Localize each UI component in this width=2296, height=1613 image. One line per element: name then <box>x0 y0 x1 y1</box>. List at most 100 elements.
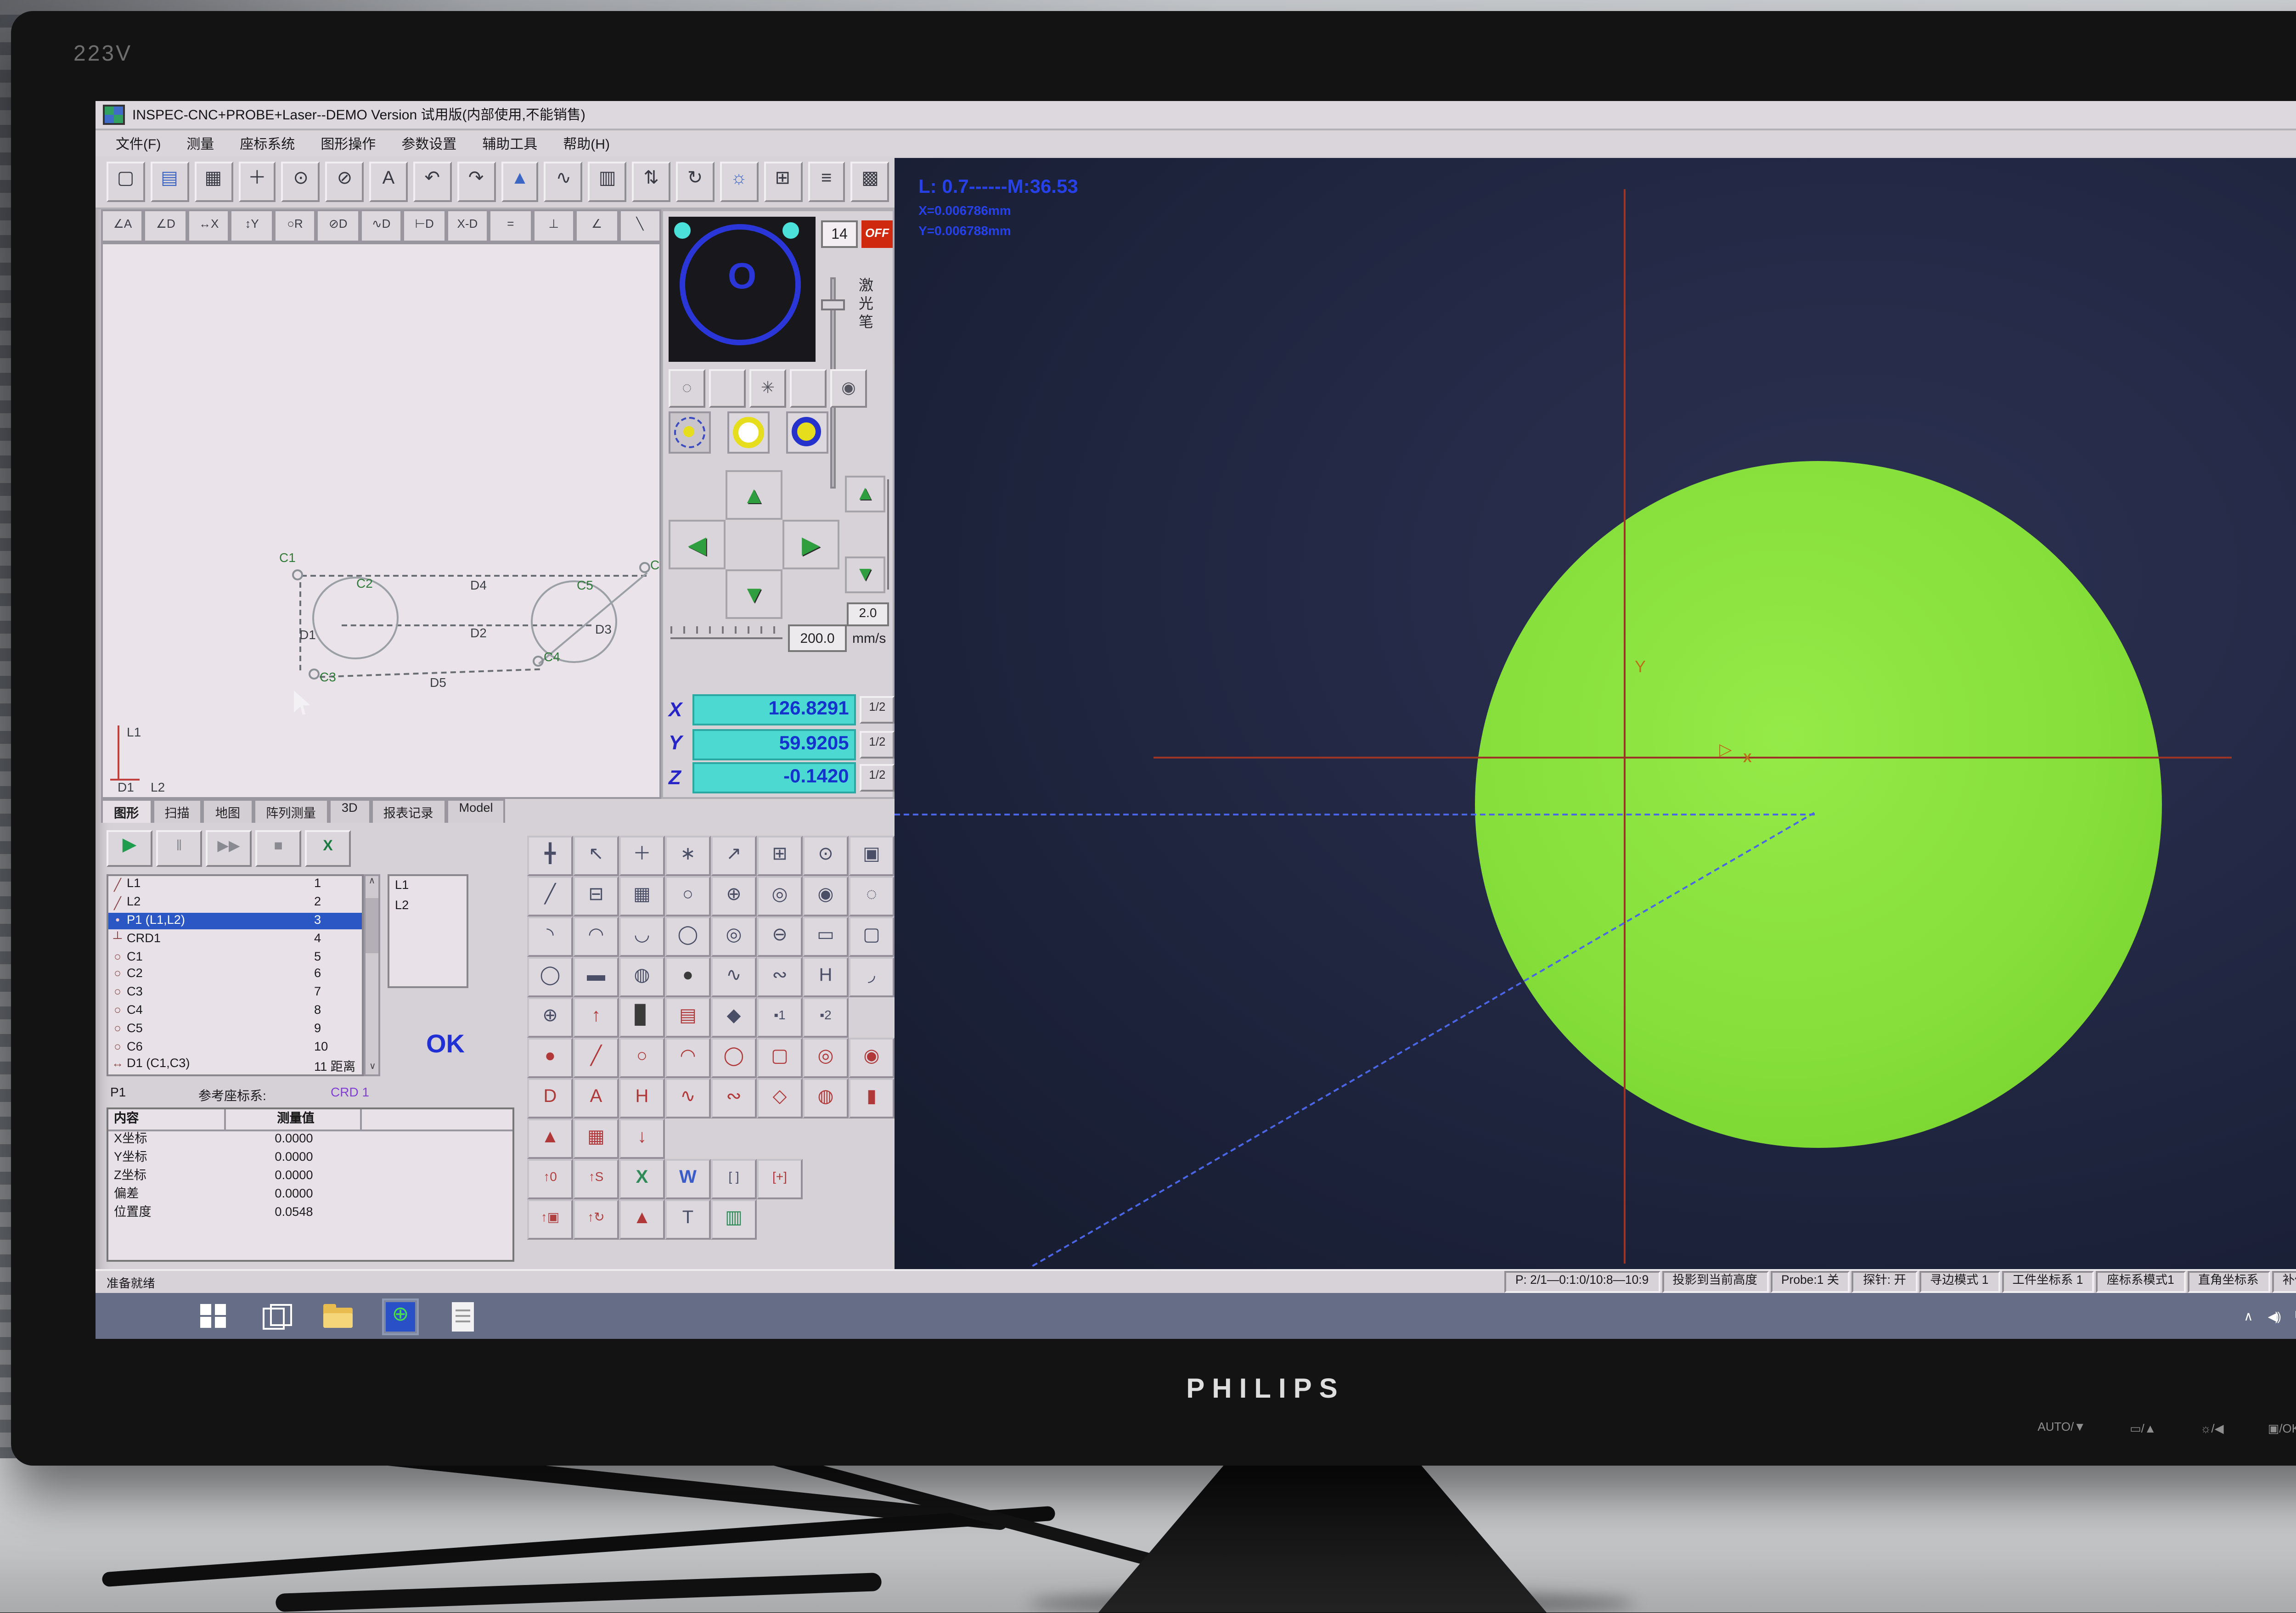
open-folder-icon[interactable]: ▤ <box>150 162 188 202</box>
view-tab[interactable]: 报表记录 <box>371 799 446 823</box>
view-tab[interactable]: 阵列测量 <box>253 799 329 823</box>
scrollbar-down-arrow[interactable]: ∨ <box>369 1062 376 1073</box>
new-file-icon[interactable]: ▢ <box>107 162 145 202</box>
calc-contour-icon[interactable]: ∾ <box>711 1078 757 1118</box>
construct-rect-icon[interactable]: ▢ <box>757 1038 803 1078</box>
jog-right-button[interactable]: ▶ <box>782 520 839 569</box>
measure-point-dist-icon[interactable]: ∿D <box>360 209 403 242</box>
start-button-icon[interactable] <box>197 1299 230 1332</box>
scrollbar-thumb[interactable] <box>366 898 378 953</box>
tool-arc-segment-icon[interactable]: ◠ <box>573 916 619 957</box>
sort-filter-icon[interactable]: ⇅ <box>632 162 670 202</box>
part-drawing-panel[interactable]: C1 C2 C5 C6 C3 C4 D4 D2 D3 D1 D5 L1 D1 L… <box>101 242 661 799</box>
monitor-control-button[interactable]: AUTO/▼ <box>2037 1422 2086 1436</box>
tool-intersection-point-icon[interactable]: ∗ <box>665 836 711 876</box>
z-speed-slider[interactable] <box>887 479 889 590</box>
component-list[interactable]: L1L2 <box>388 874 468 988</box>
z-down-button[interactable]: ▼ <box>845 556 885 593</box>
ok-button[interactable]: OK <box>426 1028 465 1058</box>
tool-concentric-icon[interactable]: ◎ <box>711 916 757 957</box>
tool-axis-move-icon[interactable]: ↑ <box>573 997 619 1038</box>
tray-chevron-icon[interactable]: ∧ <box>2244 1309 2253 1323</box>
crd-rotate-icon[interactable]: ↑↻ <box>573 1199 619 1240</box>
selection-curve-icon[interactable]: ∿ <box>545 162 583 202</box>
menu-item[interactable]: 参数设置 <box>388 133 469 153</box>
tool-filled-circle-icon[interactable]: ● <box>665 957 711 997</box>
feature-list[interactable]: ╱ L1 1 ╱ L2 2 • P1 (L1,L2) 3 <box>107 874 364 1076</box>
light-option-button[interactable] <box>790 369 827 408</box>
calc-plane-icon[interactable]: ◇ <box>757 1078 803 1118</box>
menu-item[interactable]: 图形操作 <box>308 133 388 153</box>
camera-video-view[interactable]: O <box>669 217 816 362</box>
tool-position-icon[interactable]: ⊕ <box>527 997 573 1038</box>
measure-dist-x-icon[interactable]: ↔X <box>187 209 231 242</box>
calc-cylinder-icon[interactable]: ▮ <box>849 1078 895 1118</box>
tool-plane-icon[interactable]: ▣ <box>849 836 895 876</box>
menu-item[interactable]: 测量 <box>174 133 227 153</box>
cone-3d-icon[interactable]: ▲ <box>619 1199 665 1240</box>
import-icon[interactable]: ↓ <box>619 1118 665 1159</box>
capture-cross-icon[interactable]: [+] <box>757 1159 803 1199</box>
menu-item[interactable]: 座标系统 <box>227 133 308 153</box>
view-tab[interactable]: 扫描 <box>152 799 202 823</box>
tool-corner-icon[interactable]: ◞ <box>849 957 895 997</box>
measure-angle-d-icon[interactable]: ∠D <box>144 209 187 242</box>
tool-closed-slot-icon[interactable]: ▬ <box>573 957 619 997</box>
tool-ellipse-icon[interactable]: ◯ <box>665 916 711 957</box>
monitor-control-button[interactable]: ▭/▲ <box>2130 1422 2156 1436</box>
file-explorer-icon[interactable] <box>321 1299 355 1332</box>
tool-line-icon[interactable]: ╱ <box>527 876 573 916</box>
tool-calculator-icon[interactable]: ▤ <box>665 997 711 1038</box>
z-step-value[interactable]: 2.0 <box>847 602 889 626</box>
tool-slot-icon[interactable]: ⊟ <box>573 876 619 916</box>
tool-ring-points-icon[interactable]: ◍ <box>619 957 665 997</box>
speaker-icon[interactable]: ◀)) <box>2268 1309 2279 1323</box>
menu-item[interactable]: 帮助(H) <box>550 133 623 153</box>
feature-row[interactable]: ○ C3 7 <box>108 984 362 1002</box>
tool-circle-4arc-icon[interactable]: ◎ <box>757 876 803 916</box>
dro-axis-value[interactable]: 126.8291 <box>692 694 856 725</box>
tool-multi-circle-icon[interactable]: ◌ <box>849 876 895 916</box>
tool-arc-3pt-icon[interactable]: ◡ <box>619 916 665 957</box>
reference-crd-value[interactable]: CRD 1 <box>331 1087 369 1106</box>
speed-value[interactable]: 200.0 <box>788 624 847 652</box>
light-option-button[interactable] <box>709 369 746 408</box>
calc-angle-icon[interactable]: A <box>573 1078 619 1118</box>
capture-region-icon[interactable]: [ ] <box>711 1159 757 1199</box>
undo-icon[interactable]: ↶ <box>413 162 451 202</box>
construct-ring-icon[interactable]: ◎ <box>803 1038 849 1078</box>
export-txt-icon[interactable]: T <box>665 1199 711 1240</box>
z-up-button[interactable]: ▲ <box>845 476 885 512</box>
fan-light-button[interactable]: ✳ <box>749 369 786 408</box>
calc-calculator-icon[interactable]: ▦ <box>573 1118 619 1159</box>
component-item[interactable]: L2 <box>395 900 461 920</box>
construct-ellipse-icon[interactable]: ◯ <box>711 1038 757 1078</box>
tool-point-icon[interactable]: ╋ <box>527 836 573 876</box>
feature-row[interactable]: ○ C4 8 <box>108 1002 362 1020</box>
grid-view-icon[interactable]: ⊞ <box>764 162 802 202</box>
tool-vector-point-icon[interactable]: ↗ <box>711 836 757 876</box>
tool-circle-pick-icon[interactable]: ◉ <box>803 876 849 916</box>
view-tab[interactable]: 地图 <box>203 799 253 823</box>
feature-row[interactable]: ○ C2 6 <box>108 966 362 984</box>
magnification-value[interactable]: 14 <box>821 220 858 248</box>
redo-icon[interactable]: ↷ <box>457 162 495 202</box>
feature-row[interactable]: ○ C6 10 <box>108 1038 362 1056</box>
list-view-icon[interactable]: ≡ <box>807 162 845 202</box>
monitor-control-button[interactable]: ▣/OK <box>2268 1422 2296 1436</box>
ring-light-mode1-button[interactable] <box>669 411 711 454</box>
export-word-icon[interactable]: W <box>665 1159 711 1199</box>
tool-circle-cross-icon[interactable]: ⊕ <box>711 876 757 916</box>
menu-item[interactable]: 辅助工具 <box>469 133 550 153</box>
measure-diameter-icon[interactable]: ⊘D <box>316 209 360 242</box>
calc-cone-icon[interactable]: ▲ <box>527 1118 573 1159</box>
settings-gear-icon[interactable]: ☼ <box>720 162 758 202</box>
view-tab[interactable]: 图形 <box>101 799 152 823</box>
calc-height-icon[interactable]: H <box>619 1078 665 1118</box>
measure-width-icon[interactable]: ⊢D <box>403 209 446 242</box>
save-icon[interactable]: ▦ <box>194 162 232 202</box>
tool-closed-curve-icon[interactable]: ∾ <box>757 957 803 997</box>
tool-zoom-point-icon[interactable]: ⊙ <box>803 836 849 876</box>
calc-distance-icon[interactable]: D <box>527 1078 573 1118</box>
construct-line-icon[interactable]: ╱ <box>573 1038 619 1078</box>
